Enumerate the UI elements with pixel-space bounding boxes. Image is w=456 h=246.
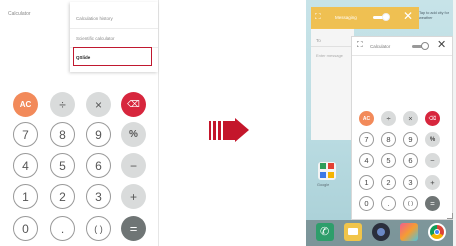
app-dock: ✆ [306, 220, 453, 246]
menu-item-calculation-history[interactable]: Calculation history [76, 16, 113, 21]
digit-4-button[interactable]: 4 [13, 153, 38, 178]
camera-app-icon[interactable] [372, 223, 390, 241]
backspace-button[interactable]: ⌫ [425, 111, 440, 126]
chrome-app-icon[interactable] [428, 223, 446, 241]
digit-6-button[interactable]: 6 [86, 153, 111, 178]
digit-5-button[interactable]: 5 [50, 153, 75, 178]
messaging-title: Messaging [335, 15, 357, 20]
digit-2-button[interactable]: 2 [381, 175, 396, 190]
multiply-button[interactable]: × [86, 92, 111, 117]
digit-4-button[interactable]: 4 [359, 153, 374, 168]
menu-item-qslide[interactable]: QSlide [76, 55, 90, 60]
opacity-slider-handle[interactable] [421, 42, 429, 50]
all-clear-button[interactable]: AC [359, 111, 374, 126]
expand-icon[interactable]: ⛶ [357, 40, 363, 50]
plus-button[interactable]: + [121, 184, 146, 209]
digit-0-button[interactable]: 0 [359, 196, 374, 211]
message-input[interactable]: Enter message [316, 53, 343, 58]
digit-1-button[interactable]: 1 [13, 184, 38, 209]
messaging-app-icon[interactable] [344, 223, 362, 241]
google-folder-icon[interactable] [318, 162, 336, 180]
gallery-app-icon[interactable] [400, 223, 418, 241]
phone-display: To Enter message ⛶ Messaging ✕ Tap to ad… [306, 0, 453, 246]
percent-button[interactable]: % [425, 132, 440, 147]
messaging-qslide-bar: ⛶ Messaging ✕ Tap to add city for weathe… [311, 7, 451, 29]
plus-button[interactable]: + [425, 175, 440, 190]
digit-3-button[interactable]: 3 [86, 184, 111, 209]
opacity-slider-handle[interactable] [382, 13, 390, 21]
digit-3-button[interactable]: 3 [403, 175, 418, 190]
multiply-button[interactable]: × [403, 111, 418, 126]
overflow-menu: Calculation history Scientific calculato… [70, 2, 158, 72]
to-field-label[interactable]: To [316, 38, 321, 43]
calculator-title: Calculator [370, 44, 391, 49]
equals-button[interactable]: = [425, 196, 440, 211]
weather-widget-hint[interactable]: Tap to add city for weather [419, 11, 449, 21]
qslide-screen: To Enter message ⛶ Messaging ✕ Tap to ad… [306, 0, 456, 246]
phone-app-icon[interactable]: ✆ [316, 223, 334, 241]
divide-button[interactable]: ÷ [50, 92, 75, 117]
divider [311, 46, 354, 47]
minus-button[interactable]: − [121, 153, 146, 178]
expand-icon[interactable]: ⛶ [315, 12, 321, 22]
folder-label: Google [317, 183, 330, 187]
parentheses-button[interactable]: ( ) [86, 216, 111, 241]
messaging-window: To Enter message [311, 28, 354, 140]
decimal-button[interactable]: . [381, 196, 396, 211]
digit-5-button[interactable]: 5 [381, 153, 396, 168]
parentheses-button[interactable]: ( ) [403, 196, 418, 211]
digit-7-button[interactable]: 7 [359, 132, 374, 147]
divider [352, 55, 452, 56]
menu-item-scientific-calculator[interactable]: Scientific calculator [76, 36, 115, 41]
digit-2-button[interactable]: 2 [50, 184, 75, 209]
calculator-screen: Calculator Calculation history Scientifi… [0, 0, 159, 246]
digit-0-button[interactable]: 0 [13, 216, 38, 241]
close-icon[interactable]: ✕ [437, 38, 446, 51]
backspace-button[interactable]: ⌫ [121, 92, 146, 117]
percent-button[interactable]: % [121, 122, 146, 147]
close-icon[interactable]: ✕ [403, 9, 413, 23]
digit-8-button[interactable]: 8 [381, 132, 396, 147]
digit-7-button[interactable]: 7 [13, 122, 38, 147]
resize-handle-icon[interactable] [447, 213, 453, 219]
all-clear-button[interactable]: AC [13, 92, 38, 117]
divide-button[interactable]: ÷ [381, 111, 396, 126]
equals-button[interactable]: = [121, 216, 146, 241]
digit-9-button[interactable]: 9 [403, 132, 418, 147]
digit-1-button[interactable]: 1 [359, 175, 374, 190]
digit-8-button[interactable]: 8 [50, 122, 75, 147]
transition-arrow-icon [209, 118, 249, 143]
minus-button[interactable]: − [425, 153, 440, 168]
decimal-button[interactable]: . [50, 216, 75, 241]
digit-9-button[interactable]: 9 [86, 122, 111, 147]
app-title: Calculator [8, 11, 31, 17]
menu-divider [70, 28, 158, 29]
digit-6-button[interactable]: 6 [403, 153, 418, 168]
calculator-qslide-window: ⛶ Calculator ✕ AC ÷ × ⌫ 7 8 9 % 4 5 6 − … [351, 36, 453, 220]
